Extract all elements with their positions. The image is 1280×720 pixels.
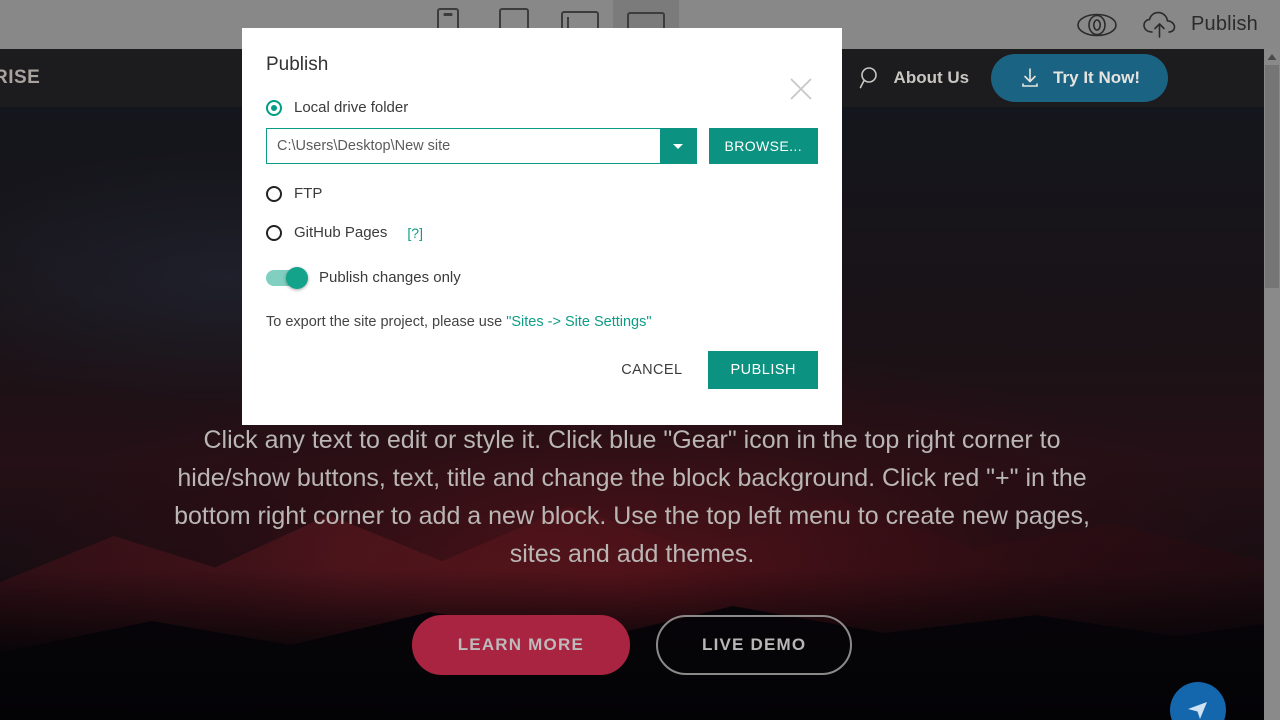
nav-item-about-us[interactable]: About Us: [858, 65, 970, 91]
publish-dialog: Publish Local drive folder BROWSE... FTP: [242, 28, 842, 425]
dialog-publish-button[interactable]: PUBLISH: [708, 351, 818, 389]
publish-button[interactable]: Publish: [1142, 11, 1258, 39]
cloud-upload-icon: [1143, 11, 1176, 38]
nav-cta-label: Try It Now!: [1053, 68, 1140, 87]
radio-option-ftp[interactable]: FTP: [266, 185, 818, 202]
radio-ftp-indicator[interactable]: [266, 185, 282, 202]
local-path-dropdown-button[interactable]: [659, 128, 697, 164]
chat-fab-button[interactable]: [1170, 682, 1226, 720]
hero-learn-more-button[interactable]: LEARN MORE: [411, 615, 630, 675]
publish-button-label: Publish: [1191, 13, 1258, 35]
publish-changes-only-toggle[interactable]: [266, 266, 308, 289]
chevron-down-icon: [673, 143, 684, 149]
scrollbar-up-button[interactable]: [1264, 49, 1280, 65]
hero-live-demo-button[interactable]: LIVE DEMO: [655, 615, 853, 675]
radio-local-drive-indicator[interactable]: [266, 99, 282, 116]
hero-paragraph[interactable]: Click any text to edit or style it. Clic…: [172, 421, 1092, 573]
browse-button[interactable]: BROWSE...: [708, 128, 818, 164]
chat-icon: [1188, 702, 1207, 719]
github-help-link[interactable]: [?]: [407, 225, 423, 241]
dialog-close-button[interactable]: [786, 74, 816, 104]
download-icon: [1022, 68, 1038, 87]
preview-button[interactable]: [1076, 12, 1118, 38]
search-icon: [859, 67, 877, 89]
local-path-input[interactable]: [266, 128, 660, 164]
export-note-prefix: To export the site project, please use: [266, 314, 507, 330]
navbar-right: About Us Try It Now!: [858, 54, 1168, 102]
radio-local-drive-label: Local drive folder: [294, 99, 409, 116]
site-logo[interactable]: RISE: [0, 67, 40, 89]
site-settings-link[interactable]: "Sites -> Site Settings": [506, 314, 651, 330]
close-icon: [790, 78, 812, 100]
dialog-title: Publish: [266, 54, 329, 75]
hero-buttons: LEARN MORE LIVE DEMO: [0, 615, 1264, 675]
dialog-actions: CANCEL PUBLISH: [617, 351, 818, 389]
toolbar-right-actions: Publish: [1076, 0, 1258, 49]
scrollbar-track[interactable]: [1264, 65, 1280, 720]
eye-icon: [1077, 13, 1117, 36]
application-window: Publish RISE About Us Try It Now! Click …: [0, 0, 1280, 720]
cancel-button[interactable]: CANCEL: [617, 354, 686, 386]
radio-github-label: GitHub Pages: [294, 224, 388, 241]
page-scrollbar[interactable]: [1264, 49, 1280, 720]
radio-option-local-drive[interactable]: Local drive folder: [266, 99, 818, 116]
scroll-up-arrow-icon: [1267, 54, 1277, 60]
nav-item-about-label: About Us: [893, 68, 970, 87]
publish-changes-only-label: Publish changes only: [319, 269, 461, 286]
nav-cta-try-it-now[interactable]: Try It Now!: [991, 54, 1168, 102]
radio-ftp-label: FTP: [294, 185, 323, 202]
publish-changes-only-row[interactable]: Publish changes only: [266, 266, 818, 289]
radio-github-indicator[interactable]: [266, 224, 282, 241]
export-note: To export the site project, please use "…: [266, 314, 818, 330]
radio-option-github-pages[interactable]: GitHub Pages [?]: [266, 224, 818, 241]
local-path-row: BROWSE...: [266, 128, 818, 164]
scrollbar-thumb[interactable]: [1265, 65, 1279, 288]
